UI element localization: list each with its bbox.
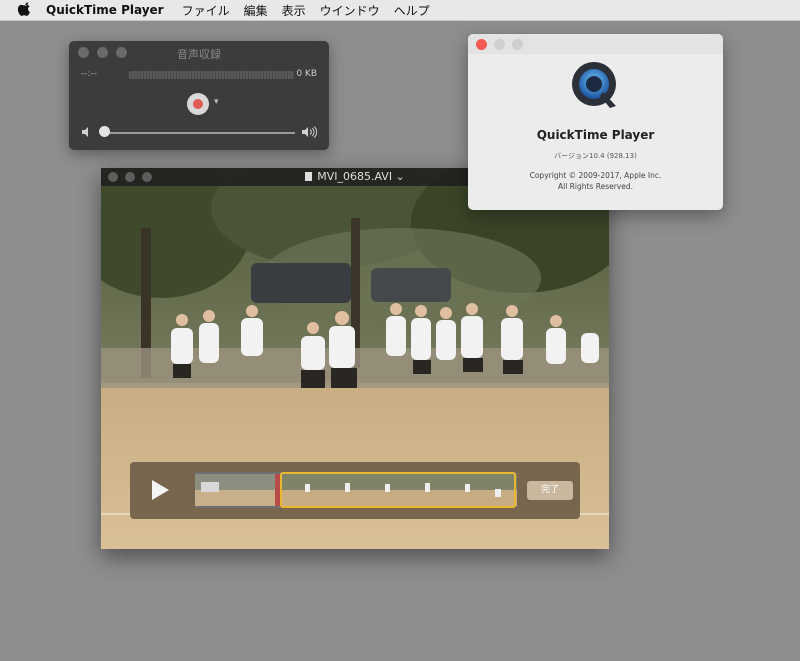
recording-size: 0 KB	[296, 69, 317, 79]
trim-filmstrip[interactable]	[195, 472, 517, 508]
apple-icon[interactable]	[18, 2, 32, 18]
document-icon	[305, 172, 313, 181]
speaker-low-icon	[82, 127, 88, 137]
about-version: バージョン10.4 (928.13)	[554, 152, 637, 160]
trim-controls: 完了	[130, 462, 580, 519]
about-window: QuickTime Player バージョン10.4 (928.13) Copy…	[468, 34, 723, 210]
movie-filename: MVI_0685.AVI	[317, 170, 393, 183]
audio-recording-window: 音声収録 --:-- 0 KB ▾	[69, 41, 329, 150]
volume-slider-track[interactable]	[103, 132, 295, 134]
menu-item-file[interactable]: ファイル	[182, 2, 230, 19]
close-button[interactable]	[476, 39, 487, 50]
menu-item-window[interactable]: ウインドウ	[320, 2, 380, 19]
window-title: 音声収録	[177, 48, 221, 61]
movie-window: MVI_0685.AVI ⌄ 完了	[101, 168, 609, 549]
about-app-name: QuickTime Player	[536, 128, 655, 142]
play-icon[interactable]	[150, 479, 170, 501]
speaker-high-icon	[302, 126, 317, 138]
menu-app-name[interactable]: QuickTime Player	[46, 3, 164, 17]
window-controls	[476, 39, 523, 50]
menu-item-view[interactable]: 表示	[282, 2, 306, 19]
recording-time: --:--	[81, 69, 98, 79]
menu-item-help[interactable]: ヘルプ	[394, 2, 430, 19]
options-chevron-icon[interactable]: ▾	[214, 97, 219, 107]
zoom-button	[512, 39, 523, 50]
record-button[interactable]	[187, 93, 209, 115]
menu-item-edit[interactable]: 編集	[244, 2, 268, 19]
copyright-line-1: Copyright © 2009-2017, Apple Inc.	[529, 171, 662, 180]
copyright-line-2: All Rights Reserved.	[557, 182, 633, 191]
done-button[interactable]: 完了	[527, 481, 573, 500]
minimize-button	[494, 39, 505, 50]
menu-bar: QuickTime Player ファイル 編集 表示 ウインドウ ヘルプ	[0, 0, 800, 21]
audio-level-meter	[129, 71, 294, 79]
title-chevron-icon[interactable]: ⌄	[392, 170, 405, 183]
quicktime-logo-icon	[572, 62, 616, 108]
about-title-bar[interactable]	[468, 34, 723, 54]
trim-selection-handle[interactable]	[280, 472, 516, 508]
about-copyright: Copyright © 2009-2017, Apple Inc. All Ri…	[468, 170, 723, 192]
volume-slider-knob[interactable]	[99, 126, 110, 137]
